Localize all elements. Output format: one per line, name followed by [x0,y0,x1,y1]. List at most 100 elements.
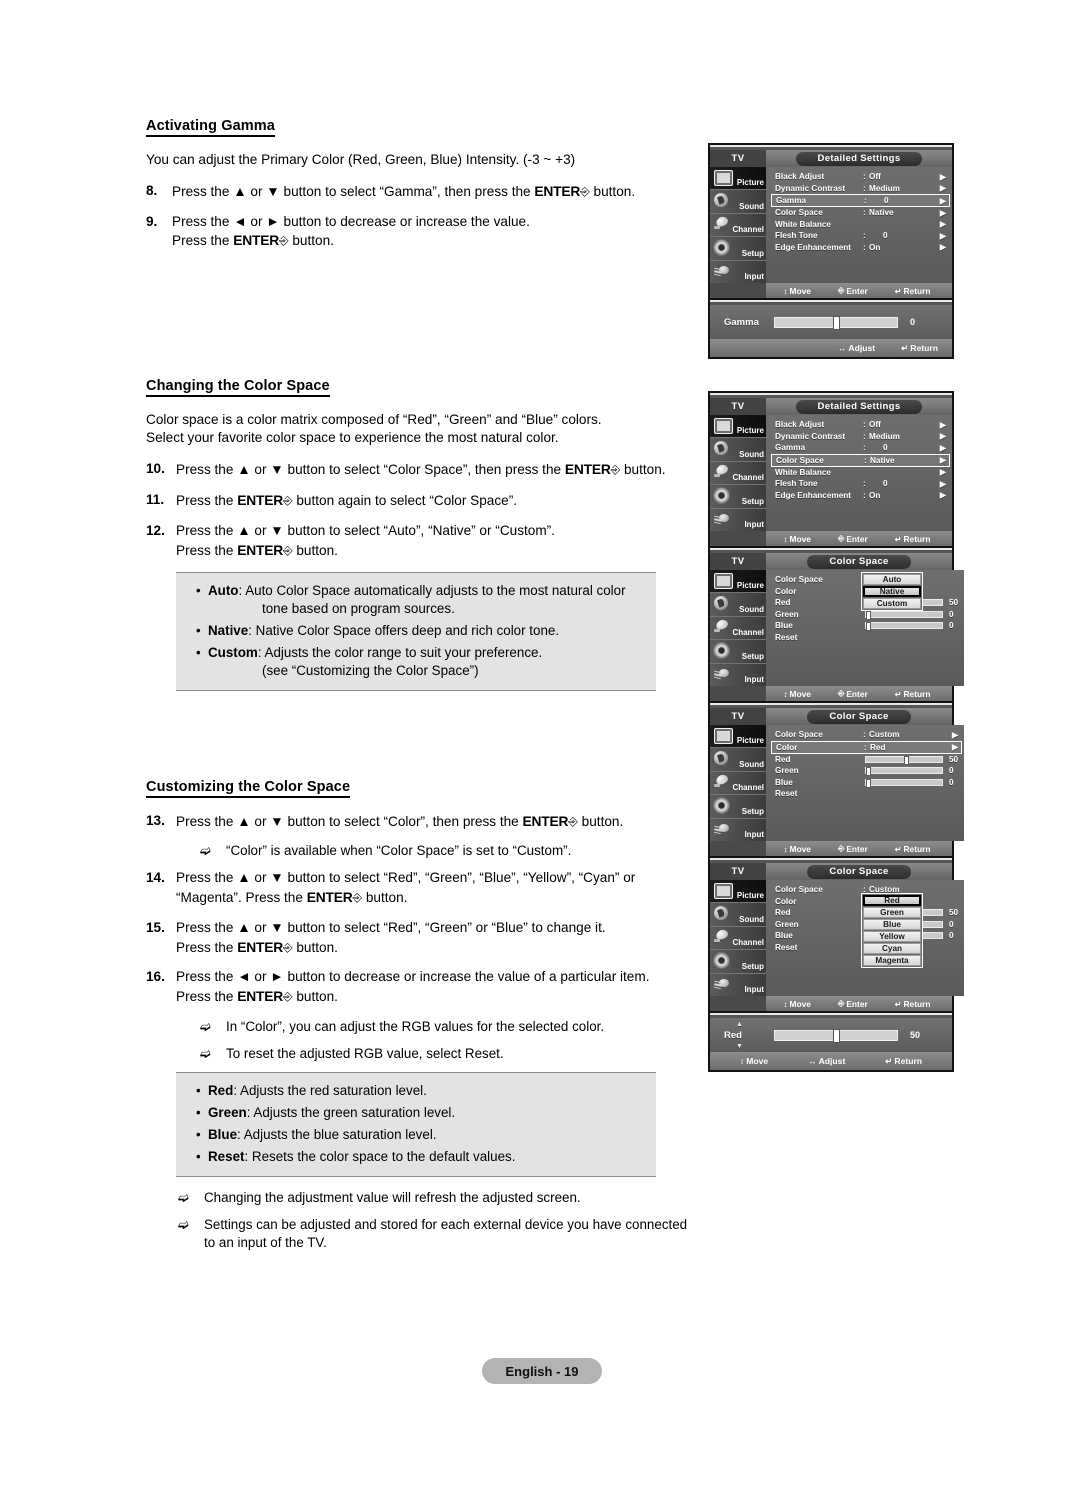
slider-knob[interactable] [904,755,909,765]
popup-option-blue[interactable]: Blue [863,919,921,930]
popup-option-native[interactable]: Native [863,586,921,597]
osd-sidebar: Picture Sound Channel Setup Input [710,415,766,531]
sidebar-item-sound[interactable]: Sound [710,748,766,772]
popup-option-cyan[interactable]: Cyan [863,943,921,954]
red-value: 50 [949,598,959,608]
note-text: Changing the adjustment value will refre… [204,1189,581,1205]
sidebar-item-input[interactable]: Input [710,974,766,996]
sidebar-item-channel[interactable]: Channel [710,462,766,486]
menu-row-green[interactable]: Green 0 [766,765,964,777]
slider-knob[interactable] [832,315,840,330]
popup-option-red[interactable]: Red [863,895,921,906]
sidebar-item-picture[interactable]: Picture [710,570,766,594]
slider-knob[interactable] [866,767,871,777]
menu-row-gamma[interactable]: Gamma:0 ▶ [766,442,952,454]
sidebar-item-setup[interactable]: Setup [710,950,766,974]
sidebar-item-channel[interactable]: Channel [710,927,766,951]
sidebar-item-label: Input [744,675,764,685]
note-text: “Color” is available when “Color Space” … [226,843,572,859]
slider-knob[interactable] [866,778,871,788]
sidebar-item-picture[interactable]: Picture [710,725,766,749]
step-text-d: button. [292,939,338,955]
popup-option-custom[interactable]: Custom [863,598,921,609]
sidebar-item-setup[interactable]: Setup [710,237,766,261]
sidebar-item-channel[interactable]: Channel [710,772,766,796]
osd-panel-detailed-settings-colorspace: TV Detailed Settings Picture Sound Chann… [708,391,954,549]
sidebar-item-input[interactable]: Input [710,509,766,531]
step-body: Press the ▲ or ▼ button to select “Auto”… [176,522,691,561]
osd-title-area: Detailed Settings [766,398,952,415]
popup-option-magenta[interactable]: Magenta [863,955,921,966]
color-space-popup[interactable]: Auto Native Custom [861,572,923,611]
menu-row-dynamic-contrast[interactable]: Dynamic Contrast: Medium ▶ [766,431,952,443]
return-icon: ↵ [894,844,902,854]
down-arrow-icon[interactable]: ▼ [736,1043,743,1050]
note-marker-icon: ➫ [200,1018,211,1034]
sidebar-item-channel[interactable]: Channel [710,214,766,238]
osd-body: Picture Sound Channel Setup Input Color … [710,880,965,996]
menu-row-color-space[interactable]: Color Space: Native ▶ [771,453,950,467]
popup-option-green[interactable]: Green [863,907,921,918]
blue-slider[interactable] [865,778,943,788]
menu-row-color-space[interactable]: Color Space: Custom ▶ [766,729,964,741]
blue-slider[interactable] [865,622,943,632]
slider-knob[interactable] [866,610,871,620]
menu-label: Flesh Tone [775,479,818,489]
note-text: In “Color”, you can adjust the RGB value… [226,1018,605,1034]
sidebar-item-setup[interactable]: Setup [710,795,766,819]
menu-row-red[interactable]: Red 50 [766,754,964,766]
slider-knob[interactable] [832,1028,840,1043]
step-body: Press the ▲ or ▼ button to select “Color… [176,812,691,832]
sidebar-item-picture[interactable]: Picture [710,880,766,904]
sidebar-item-input[interactable]: Input [710,819,766,841]
color-choice-popup[interactable]: Red Green Blue Yellow Cyan Magenta [861,893,923,968]
step-text-b: button again to select “Color Space”. [292,493,518,509]
green-slider[interactable] [865,767,943,777]
note-refresh-screen: ➫ Changing the adjustment value will ref… [176,1189,691,1207]
menu-row-edge-enhancement[interactable]: Edge Enhancement: On ▶ [766,242,952,254]
menu-row-flesh-tone[interactable]: Flesh Tone:0 ▶ [766,230,952,242]
sidebar-item-setup[interactable]: Setup [710,485,766,509]
sidebar-item-sound[interactable]: Sound [710,903,766,927]
menu-row-gamma[interactable]: Gamma:0 ▶ [771,194,950,207]
gamma-value: 0 [910,317,916,327]
menu-row-reset[interactable]: Reset [766,632,964,644]
menu-row-color[interactable]: Color: Red ▶ [771,740,963,754]
menu-row-white-balance[interactable]: White Balance ▶ [766,467,952,479]
enter-icon: ⎆ [837,689,845,698]
gamma-slider[interactable] [774,315,898,330]
sidebar-item-picture[interactable]: Picture [710,415,766,439]
hint-label: Return [903,844,931,854]
sidebar-item-sound[interactable]: Sound [710,593,766,617]
channel-icon [714,465,730,477]
popup-option-auto[interactable]: Auto [863,574,921,585]
menu-row-blue[interactable]: Blue 0 [766,620,964,632]
menu-row-white-balance[interactable]: White Balance ▶ [766,219,952,231]
step-body: Press the ◄ or ► button to decrease or i… [172,213,691,252]
sidebar-item-label: Channel [732,938,764,948]
sidebar-item-input[interactable]: Input [710,664,766,686]
slider-knob[interactable] [866,622,871,632]
red-slider[interactable] [774,1028,898,1043]
menu-row-edge-enhancement[interactable]: Edge Enhancement: On ▶ [766,490,952,502]
menu-row-flesh-tone[interactable]: Flesh Tone:0 ▶ [766,478,952,490]
green-slider[interactable] [865,610,943,620]
menu-label: Blue [775,777,793,787]
menu-row-dynamic-contrast[interactable]: Dynamic Contrast: Medium ▶ [766,183,952,195]
popup-option-yellow[interactable]: Yellow [863,931,921,942]
osd-title: Color Space [807,864,911,879]
menu-row-reset[interactable]: Reset [766,788,964,800]
sidebar-item-channel[interactable]: Channel [710,617,766,641]
menu-row-color-space[interactable]: Color Space: Native ▶ [766,207,952,219]
infobox-desc: : Adjusts the green saturation level. [246,1105,456,1121]
up-arrow-icon[interactable]: ▲ [736,1021,743,1028]
menu-row-black-adjust[interactable]: Black Adjust: Off ▶ [766,171,952,183]
sidebar-item-sound[interactable]: Sound [710,438,766,462]
sidebar-item-sound[interactable]: Sound [710,190,766,214]
sidebar-item-input[interactable]: Input [710,261,766,283]
sidebar-item-setup[interactable]: Setup [710,640,766,664]
sidebar-item-picture[interactable]: Picture [710,167,766,191]
menu-row-black-adjust[interactable]: Black Adjust: Off ▶ [766,419,952,431]
red-slider[interactable] [865,755,943,765]
menu-row-blue[interactable]: Blue 0 [766,777,964,789]
